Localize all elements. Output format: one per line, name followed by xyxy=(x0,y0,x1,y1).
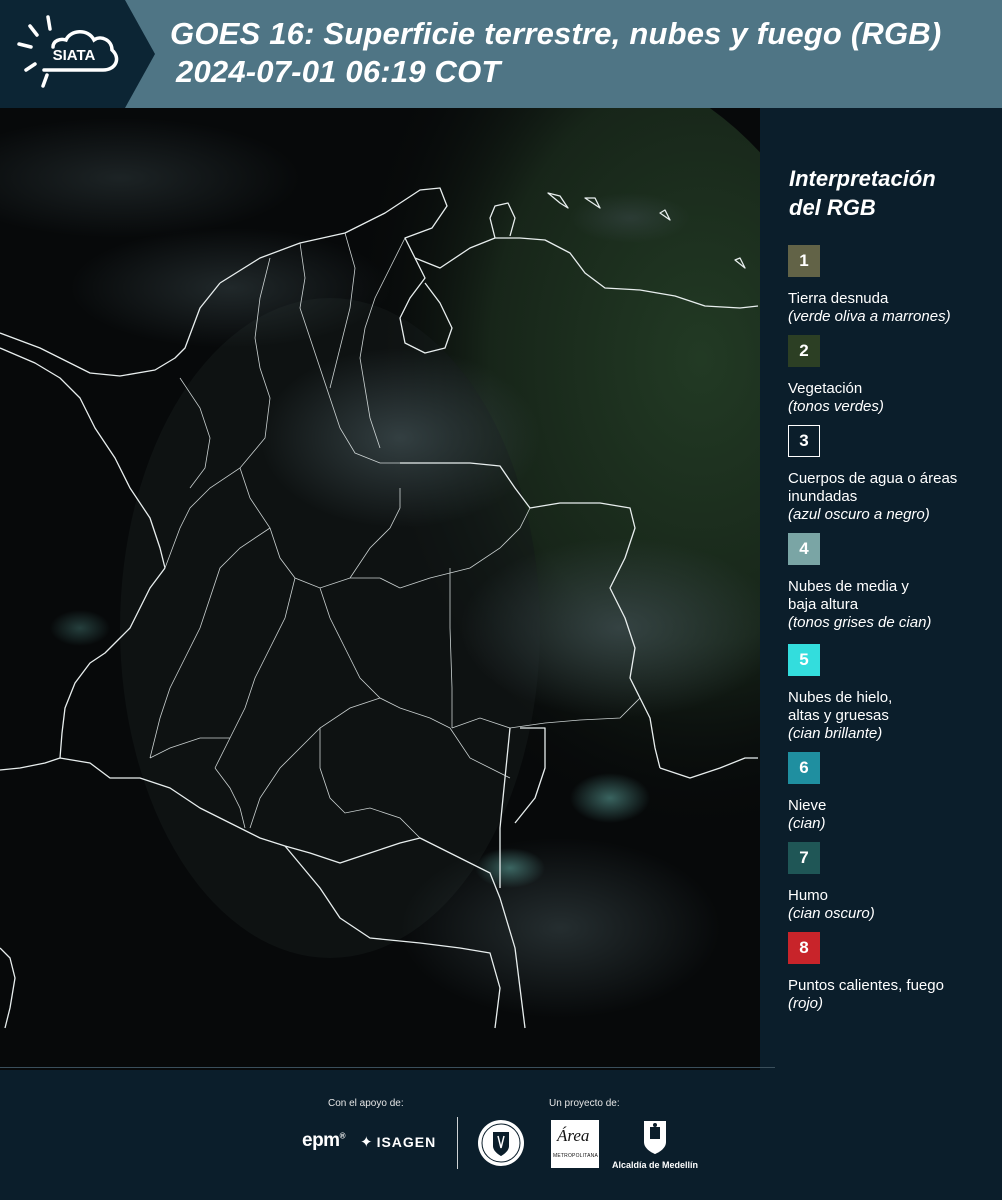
legend-item-note: (cian) xyxy=(788,815,826,832)
legend-item-note: (cian oscuro) xyxy=(788,905,875,922)
satellite-map xyxy=(0,108,760,1070)
alcaldia-label: Alcaldía de Medellín xyxy=(612,1160,699,1170)
legend-swatch: 7 xyxy=(788,842,820,874)
project-label: Un proyecto de: xyxy=(549,1098,620,1109)
epm-logo: epm® xyxy=(302,1130,346,1152)
cloud-patch xyxy=(50,610,110,646)
area-metropolitana-logo: Área METROPOLITANA xyxy=(551,1120,599,1168)
area-logo-subtitle: METROPOLITANA xyxy=(553,1153,599,1159)
legend-item-ice-clouds: 5 Nubes de hielo, altas y gruesas (cian … xyxy=(788,644,998,743)
cloud-patch xyxy=(475,848,545,888)
legend-swatch: 1 xyxy=(788,245,820,277)
isagen-logo: ✦ ISAGEN xyxy=(360,1133,436,1151)
page-timestamp: 2024-07-01 06:19 COT xyxy=(176,54,501,89)
legend-item-label: Nubes de media y baja altura xyxy=(788,578,909,613)
epm-registered-mark: ® xyxy=(339,1131,346,1141)
support-label: Con el apoyo de: xyxy=(328,1098,404,1109)
legend-item-label: Nubes de hielo, altas y gruesas xyxy=(788,689,893,724)
isagen-star-icon: ✦ xyxy=(360,1134,374,1151)
legend-item-label: Cuerpos de agua o áreas inundadas xyxy=(788,470,958,505)
legend-swatch: 6 xyxy=(788,752,820,784)
legend-item-note: (tonos grises de cian) xyxy=(788,614,932,631)
legend-panel: Interpretación del RGB 1 Tierra desnuda … xyxy=(760,108,1002,1070)
legend-item-fire: 8 Puntos calientes, fuego (rojo) xyxy=(788,932,998,1013)
siata-logo: SIATA xyxy=(0,0,155,108)
legend-item-label: Vegetación xyxy=(788,380,863,397)
cloud-patch xyxy=(70,228,390,348)
legend-item-smoke: 7 Humo (cian oscuro) xyxy=(788,842,998,923)
legend-item-water: 3 Cuerpos de agua o áreas inundadas (azu… xyxy=(788,425,998,524)
header-banner: SIATA GOES 16: Superficie terrestre, nub… xyxy=(0,0,1002,108)
cloud-patch xyxy=(570,773,650,823)
legend-item-label: Puntos calientes, fuego xyxy=(788,977,944,994)
epm-wordmark: epm xyxy=(302,1130,340,1151)
siata-wordmark: SIATA xyxy=(53,47,96,64)
legend-title-line2: del RGB xyxy=(789,195,876,220)
legend-item-snow: 6 Nieve (cian) xyxy=(788,752,998,833)
area-logo-script: Área xyxy=(557,1126,590,1145)
footer-vertical-divider xyxy=(457,1117,458,1169)
legend-swatch: 2 xyxy=(788,335,820,367)
seal-logo xyxy=(478,1120,524,1166)
isagen-wordmark: ISAGEN xyxy=(376,1134,437,1150)
alcaldia-shield-icon xyxy=(644,1121,666,1154)
legend-item-note: (tonos verdes) xyxy=(788,398,884,415)
legend-title: Interpretación del RGB xyxy=(789,164,989,222)
page-title: GOES 16: Superficie terrestre, nubes y f… xyxy=(170,16,942,51)
legend-item-label: Tierra desnuda xyxy=(788,290,889,307)
legend-item-note: (cian brillante) xyxy=(788,725,883,742)
legend-item-vegetation: 2 Vegetación (tonos verdes) xyxy=(788,335,998,416)
legend-item-mid-low-clouds: 4 Nubes de media y baja altura (tonos gr… xyxy=(788,533,998,632)
legend-item-note: (verde oliva a marrones) xyxy=(788,308,951,325)
legend-title-line1: Interpretación xyxy=(789,166,936,191)
legend-item-label: Humo xyxy=(788,887,829,904)
legend-swatch: 4 xyxy=(788,533,820,565)
footer: Con el apoyo de: Un proyecto de: epm® ✦ I… xyxy=(0,1067,1002,1200)
legend-item-note: (azul oscuro a negro) xyxy=(788,506,930,523)
legend-swatch: 3 xyxy=(788,425,820,457)
legend-swatch: 5 xyxy=(788,644,820,676)
footer-divider-line xyxy=(0,1067,775,1068)
cloud-patch xyxy=(400,838,720,1018)
legend-item-bare-land: 1 Tierra desnuda (verde oliva a marrones… xyxy=(788,245,998,326)
legend-item-label: Nieve xyxy=(788,797,827,814)
legend-item-note: (rojo) xyxy=(788,995,824,1012)
legend-swatch: 8 xyxy=(788,932,820,964)
